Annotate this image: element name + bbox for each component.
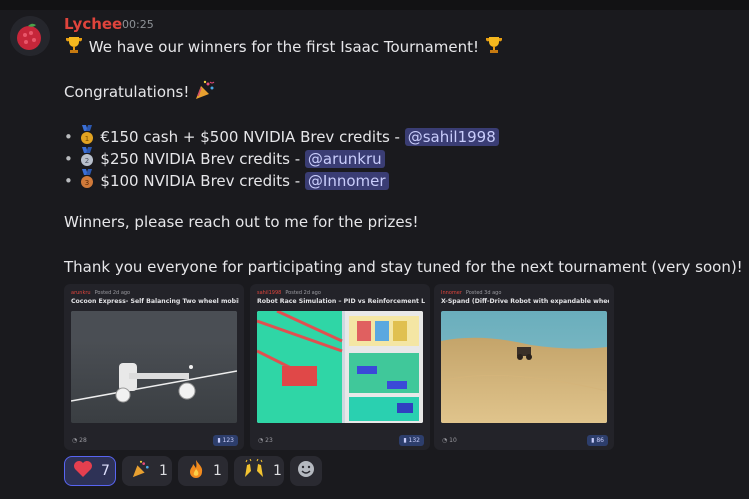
embed-meta: Innomer Posted 3d ago [441,290,501,296]
embed-posted: Posted 2d ago [285,290,321,296]
comment-icon: ◔ [258,437,264,444]
comment-icon: ◔ [72,437,78,444]
mention-user-3[interactable]: @Innomer [304,172,389,190]
bronze-medal-icon: 3 [78,169,96,193]
prize-text-1: €150 cash + $500 NVIDIA Brev credits - [100,128,405,146]
gold-medal-icon: 1 [78,125,96,149]
embed-title[interactable]: X-Spand (Diff-Drive Robot with expandabl… [441,298,609,305]
embed-comment-count: 28 [79,437,87,444]
message-line-congrats: Congratulations! [64,80,216,104]
message-line-thanks: Thank you everyone for participating and… [64,258,743,276]
add-reaction-button[interactable] [290,456,322,486]
embed-posted: Posted 2d ago [94,290,131,296]
trophy-icon [64,35,84,59]
silver-medal-icon: 2 [78,147,96,171]
embed-user: arunkru [71,290,91,296]
reaction-count: 1 [213,463,222,479]
chat-message: Lychee 00:25 We have our winners for the… [0,10,749,499]
embed-comments: ◔ 23 [258,437,273,444]
congrats-text: Congratulations! [64,83,190,101]
embed-views: ▮ 123 [213,435,238,446]
embed-view-count: 132 [408,437,420,444]
heart-icon [73,460,93,482]
party-popper-icon [194,80,216,104]
embed-card-2[interactable]: sahil1998 Posted 2d ago Robot Race Simula… [250,284,430,450]
top-bar [0,0,749,10]
trophy-icon [484,35,504,59]
view-icon: ▮ [217,437,221,444]
svg-text:2: 2 [84,157,88,165]
embed-view-count: 86 [596,437,604,444]
view-icon: ▮ [591,437,595,444]
embed-meta: arunkru Posted 2d ago [71,290,130,296]
embed-thumbnail[interactable] [71,311,237,423]
mention-user-1[interactable]: @sahil1998 [404,128,499,146]
embed-comment-count: 10 [449,437,457,444]
svg-text:1: 1 [84,135,88,143]
message-line-reach-out: Winners, please reach out to me for the … [64,213,419,231]
message-line-headline: We have our winners for the first Isaac … [64,35,504,59]
reaction-fire[interactable]: 1 [178,456,228,486]
author-name[interactable]: Lychee [64,15,122,33]
smiley-add-icon [297,460,315,482]
embed-thumbnail[interactable] [257,311,423,423]
party-popper-icon [131,460,151,482]
reaction-count: 7 [101,463,110,479]
view-icon: ▮ [403,437,407,444]
avatar[interactable] [10,16,50,56]
embed-views: ▮ 86 [587,435,608,446]
raised-hands-icon [243,458,265,483]
fire-icon [187,459,205,483]
embed-comment-count: 23 [265,437,273,444]
embed-title[interactable]: Robot Race Simulation – PID vs Reinforce… [257,298,425,305]
reaction-heart[interactable]: 7 [64,456,116,486]
embed-card-3[interactable]: Innomer Posted 3d ago X-Spand (Diff-Drive… [434,284,614,450]
embed-user: Innomer [441,290,462,296]
embed-comments: ◔ 28 [72,437,87,444]
embed-gallery: arunkru Posted 2d ago Cocoon Express- Sel… [64,284,614,450]
headline-text: We have our winners for the first Isaac … [88,38,479,56]
prize-item-3: • 3 $100 NVIDIA Brev credits - @Innomer [64,169,389,193]
prize-item-1: • 1 €150 cash + $500 NVIDIA Brev credits… [64,125,499,149]
reaction-count: 1 [273,463,282,479]
embed-meta: sahil1998 Posted 2d ago [257,290,321,296]
embed-comments: ◔ 10 [442,437,457,444]
prize-text-3: $100 NVIDIA Brev credits - [100,172,305,190]
reaction-raised-hands[interactable]: 1 [234,456,284,486]
embed-view-count: 123 [222,437,234,444]
reaction-count: 1 [159,463,168,479]
timestamp: 00:25 [122,18,154,31]
prize-text-2: $250 NVIDIA Brev credits - [100,150,305,168]
svg-text:3: 3 [84,179,88,187]
prize-item-2: • 2 $250 NVIDIA Brev credits - @arunkru [64,147,385,171]
embed-user: sahil1998 [257,290,282,296]
embed-card-1[interactable]: arunkru Posted 2d ago Cocoon Express- Sel… [64,284,244,450]
embed-thumbnail[interactable] [441,311,607,423]
embed-views: ▮ 132 [399,435,424,446]
mention-user-2[interactable]: @arunkru [304,150,385,168]
embed-title[interactable]: Cocoon Express- Self Balancing Two wheel… [71,298,239,305]
comment-icon: ◔ [442,437,448,444]
reaction-party[interactable]: 1 [122,456,172,486]
embed-posted: Posted 3d ago [465,290,502,296]
